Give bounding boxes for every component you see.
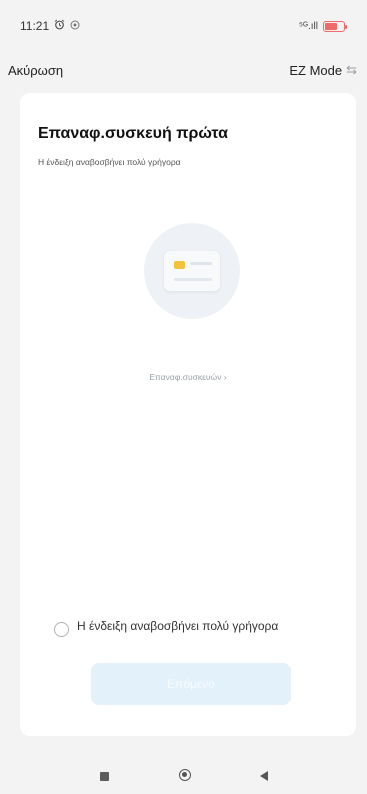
recent-apps-button[interactable] <box>94 766 114 786</box>
status-left: 11:21 <box>20 19 80 33</box>
device-detail <box>190 262 212 265</box>
square-icon <box>99 771 109 781</box>
system-nav-bar <box>0 756 367 794</box>
indicator-light <box>174 261 185 269</box>
page-title: Επαναφ.συσκευή πρώτα <box>38 125 228 142</box>
back-triangle-icon <box>260 771 268 781</box>
back-button[interactable] <box>254 766 274 786</box>
device-illustration <box>144 223 240 319</box>
radio-unchecked-icon[interactable] <box>54 622 69 637</box>
switch-arrows-icon: ⇆ <box>346 62 357 77</box>
home-button[interactable] <box>175 765 195 785</box>
next-button[interactable]: Επόμενο <box>91 663 291 705</box>
mode-label: EZ Mode <box>289 62 343 78</box>
signal-icon: ⁵ᴳ.ıll <box>298 20 318 32</box>
radar-icon <box>70 19 80 33</box>
battery-icon <box>323 20 347 32</box>
confirm-label: Η ένδειξη αναβοσβήνει πολύ γρήγορα <box>77 619 279 633</box>
status-right: ⁵ᴳ.ıll <box>298 20 347 32</box>
page-subtitle: Η ένδειξη αναβοσβήνει πολύ γρήγορα <box>38 157 181 167</box>
top-nav: Ακύρωση EZ Mode ⇆ <box>0 52 367 88</box>
home-circle-icon <box>179 769 191 781</box>
device-detail <box>174 278 212 281</box>
cancel-button[interactable]: Ακύρωση <box>8 63 63 78</box>
content-card: Επαναφ.συσκευή πρώτα Η ένδειξη αναβοσβήν… <box>20 93 356 736</box>
reset-device-link[interactable]: Επαναφ.συσκευών › <box>20 372 356 382</box>
device-image <box>164 251 220 291</box>
ez-mode-switch[interactable]: EZ Mode ⇆ <box>289 62 357 78</box>
status-bar: 11:21 ⁵ᴳ.ıll <box>0 0 367 52</box>
battery-level <box>325 22 337 30</box>
alarm-clock-icon <box>54 19 65 33</box>
clock: 11:21 <box>20 19 50 33</box>
confirm-radio-option[interactable]: Η ένδειξη αναβοσβήνει πολύ γρήγορα <box>54 618 314 637</box>
